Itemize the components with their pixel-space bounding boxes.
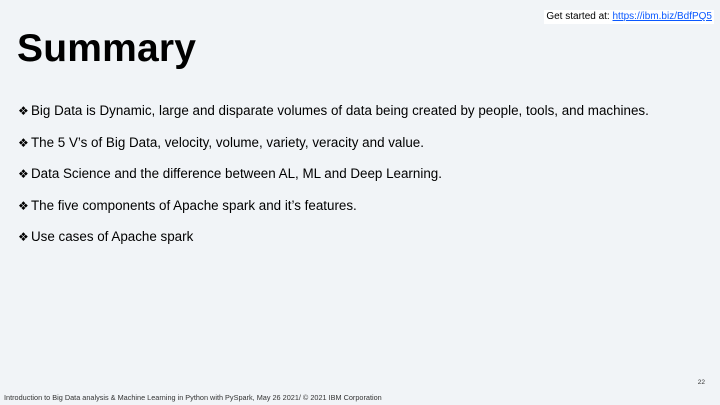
- summary-bullet-item: ❖ Big Data is Dynamic, large and dispara…: [18, 101, 649, 133]
- summary-bullet-item: ❖ Use cases of Apache spark: [18, 227, 649, 259]
- summary-bullet-text: Big Data is Dynamic, large and disparate…: [31, 103, 649, 118]
- slide-footer: Introduction to Big Data analysis & Mach…: [4, 393, 382, 402]
- diamond-bullet-icon: ❖: [18, 230, 29, 244]
- get-started-note: Get started at: https://ibm.biz/BdfPQ5: [544, 10, 714, 24]
- summary-bullet-text: Data Science and the difference between …: [31, 166, 442, 181]
- summary-bullet-item: ❖ The 5 V’s of Big Data, velocity, volum…: [18, 133, 649, 165]
- diamond-bullet-icon: ❖: [18, 198, 29, 213]
- summary-bullet-item: ❖ Data Science and the difference betwee…: [18, 164, 649, 196]
- summary-bullet-text: The five components of Apache spark and …: [31, 197, 357, 213]
- slide-title: Summary: [17, 27, 197, 70]
- summary-bullet-item: ❖ The five components of Apache spark an…: [18, 196, 649, 228]
- diamond-bullet-icon: ❖: [18, 167, 29, 181]
- summary-bullet-list: ❖ Big Data is Dynamic, large and dispara…: [18, 101, 649, 259]
- diamond-bullet-icon: ❖: [18, 104, 29, 118]
- get-started-link[interactable]: https://ibm.biz/BdfPQ5: [613, 11, 713, 22]
- summary-bullet-text: The 5 V’s of Big Data, velocity, volume,…: [31, 134, 424, 150]
- get-started-label: Get started at:: [546, 11, 610, 22]
- summary-bullet-text: Use cases of Apache spark: [31, 229, 194, 244]
- diamond-bullet-icon: ❖: [18, 135, 29, 150]
- page-number: 22: [697, 379, 705, 386]
